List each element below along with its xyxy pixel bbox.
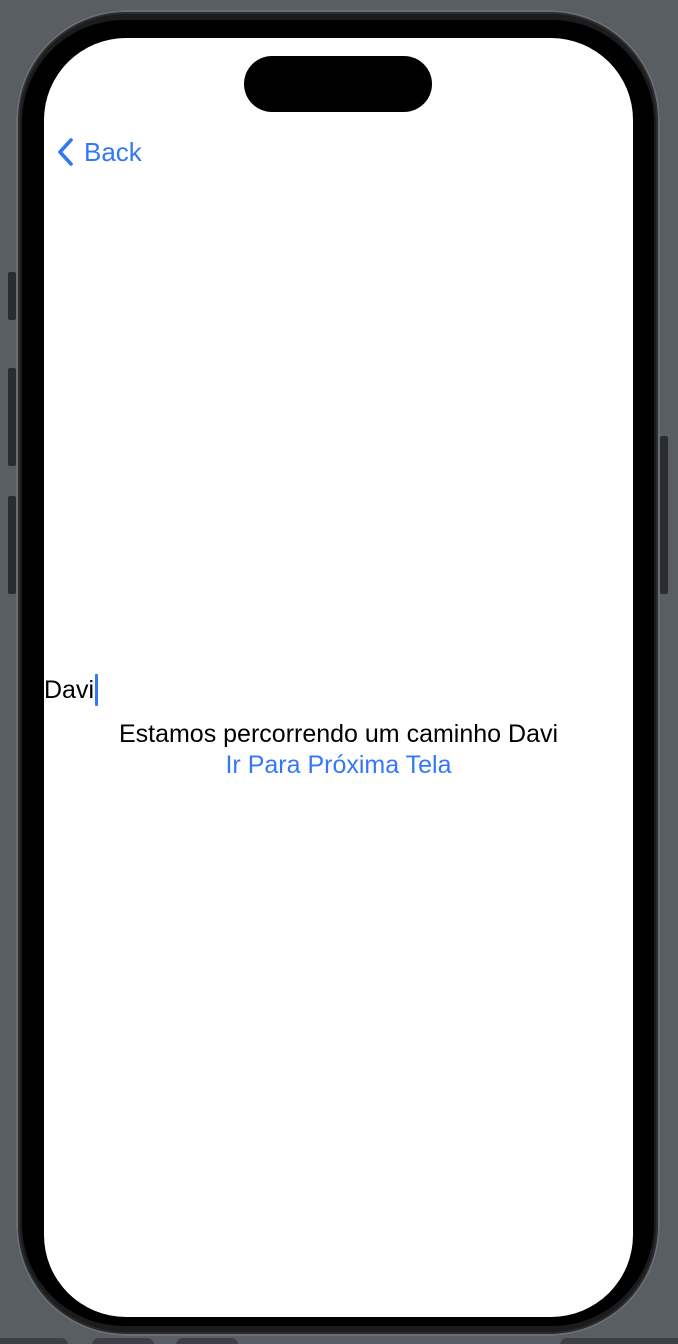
dock-item xyxy=(176,1338,238,1344)
dock-item xyxy=(92,1338,154,1344)
name-input[interactable]: Davi xyxy=(44,672,633,708)
dock-item xyxy=(560,1338,678,1344)
name-input-value: Davi xyxy=(44,676,95,704)
volume-up-button xyxy=(8,368,16,466)
simulator-desktop: Back Davi Estamos percorrendo um caminho… xyxy=(0,0,678,1344)
volume-down-button xyxy=(8,496,16,594)
action-button xyxy=(8,272,16,320)
back-button-label: Back xyxy=(84,137,142,167)
dynamic-island xyxy=(244,56,432,112)
next-screen-link[interactable]: Ir Para Próxima Tela xyxy=(44,749,633,781)
chevron-left-icon xyxy=(56,137,74,167)
back-button[interactable]: Back xyxy=(56,134,142,170)
text-cursor xyxy=(95,674,99,706)
power-button xyxy=(660,436,668,594)
dock-item xyxy=(0,1338,68,1344)
phone-screen: Back Davi Estamos percorrendo um caminho… xyxy=(44,38,633,1317)
greeting-message: Estamos percorrendo um caminho Davi xyxy=(118,720,559,748)
